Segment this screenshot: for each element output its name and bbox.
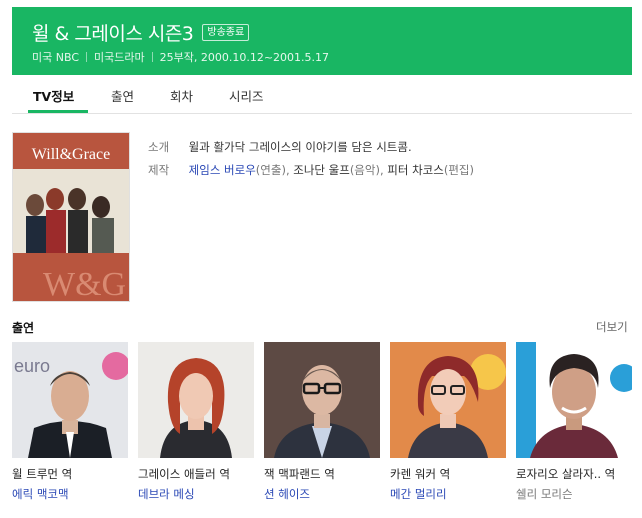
active-tab-indicator [28, 110, 88, 113]
title-row: 윌 & 그레이스 시즌3 방송종료 [32, 19, 250, 46]
staff-director-role: (연출) [255, 163, 286, 177]
cast-photo-5[interactable] [516, 342, 632, 458]
cast-photo-2[interactable] [138, 342, 254, 458]
cast-actor-link-2[interactable]: 데브라 메싱 [138, 486, 195, 502]
poster-image[interactable]: Will&Grace W&G [12, 132, 130, 302]
portrait-image [138, 342, 254, 458]
poster-title: Will&Grace [32, 146, 110, 163]
cast-role-3: 잭 맥파랜드 역 [264, 467, 335, 481]
tab-tv-info[interactable]: TV정보 [33, 86, 74, 105]
status-badge: 방송종료 [202, 24, 250, 41]
synopsis-row: 소개 윌과 활가닥 그레이스의 이야기를 담은 시트콤. [148, 139, 412, 155]
poster-artwork: Will&Grace W&G [13, 133, 129, 301]
cast-photo-4[interactable] [390, 342, 506, 458]
page-title: 윌 & 그레이스 시즌3 [32, 23, 194, 45]
portrait-image [516, 342, 632, 458]
meta-episodes: 25부작, 2000.10.12~2001.5.17 [159, 51, 330, 64]
synopsis-label: 소개 [148, 140, 170, 154]
staff-label: 제작 [148, 163, 170, 177]
cast-actor-link-1[interactable]: 에릭 맥코맥 [12, 486, 69, 502]
cast-role-2: 그레이스 애들러 역 [138, 467, 230, 481]
staff-row: 제작 제임스 버로우(연출), 조나단 울프(음악), 피터 차코스(편집) [148, 163, 474, 177]
tab-series[interactable]: 시리즈 [229, 86, 264, 105]
svg-text:euro: euro [14, 356, 50, 376]
staff-director-link[interactable]: 제임스 버로우 [189, 163, 256, 177]
tab-bar: TV정보 출연 회차 시리즈 [12, 75, 632, 114]
meta-genre: 미국드라마 [94, 51, 145, 64]
tab-episodes[interactable]: 회차 [170, 86, 193, 105]
cast-actor-link-4[interactable]: 메간 멀리리 [390, 486, 447, 502]
portrait-image: euro [12, 342, 128, 458]
portrait-image [390, 342, 506, 458]
portrait-image [264, 342, 380, 458]
meta-divider [151, 52, 153, 62]
cast-role-5: 로자리오 살라자.. 역 [516, 467, 616, 481]
poster-logo: W&G [43, 266, 126, 301]
synopsis-text: 윌과 활가닥 그레이스의 이야기를 담은 시트콤. [188, 140, 412, 154]
staff-music-name: 조나단 울프 [293, 163, 350, 177]
cast-photo-3[interactable] [264, 342, 380, 458]
more-link[interactable]: 더보기 [596, 319, 628, 335]
staff-music-role: (음악) [349, 163, 380, 177]
cast-actor-5: 쉘리 모리슨 [516, 487, 573, 501]
staff-editor-name: 피터 차코스 [387, 163, 444, 177]
cast-photo-1[interactable]: euro [12, 342, 128, 458]
meta-row: 미국 NBC 미국드라마 25부작, 2000.10.12~2001.5.17 [32, 49, 329, 65]
meta-network: 미국 NBC [32, 51, 79, 64]
title-header: 윌 & 그레이스 시즌3 방송종료 미국 NBC 미국드라마 25부작, 200… [12, 7, 632, 75]
meta-divider [86, 52, 87, 62]
cast-actor-link-3[interactable]: 션 헤이즈 [264, 486, 310, 502]
staff-editor-role: (편집) [443, 163, 474, 177]
cast-role-1: 윌 트루먼 역 [12, 467, 73, 481]
cast-role-4: 카렌 워커 역 [390, 467, 451, 481]
tab-cast[interactable]: 출연 [111, 86, 134, 105]
cast-heading: 출연 [12, 321, 35, 335]
